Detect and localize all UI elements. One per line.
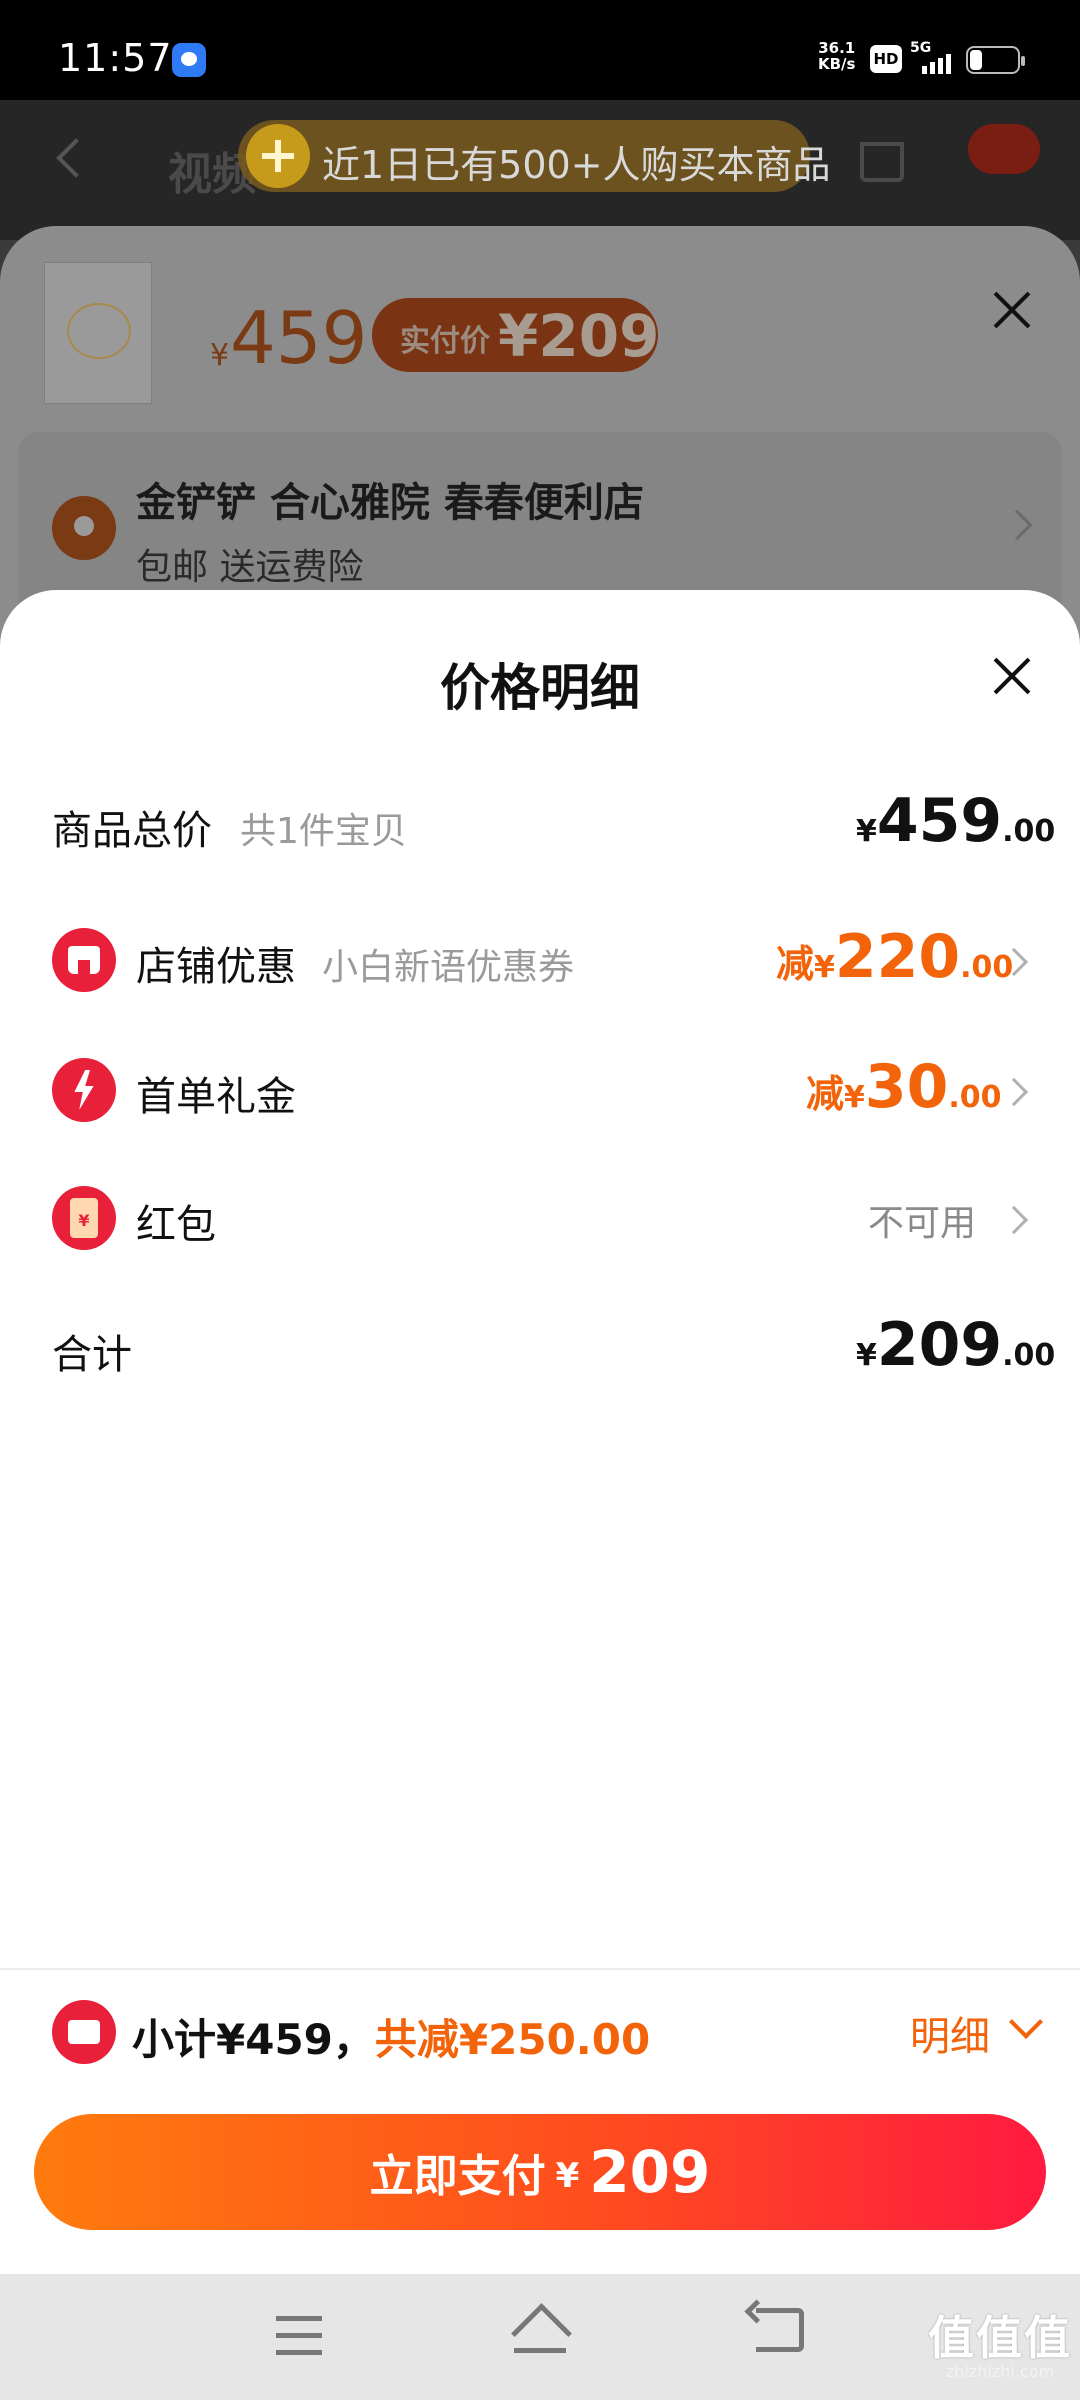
total-label: 合计 <box>52 1332 132 1378</box>
row-first-order-gift[interactable]: 首单礼金 减 ¥ 30 .00 <box>0 1052 1080 1132</box>
store-name: 金铲铲 合心雅院 春春便利店 <box>136 480 644 526</box>
currency-symbol: ¥ <box>844 1080 865 1115</box>
lightning-icon <box>52 1058 116 1122</box>
purchase-banner-text: 近1日已有500+人购买本商品 <box>322 143 831 187</box>
reduce-prefix: 减 <box>806 1072 845 1116</box>
watermark-logo: 值值值 <box>928 2311 1072 2365</box>
subtotal-text: 小计¥459， <box>132 2015 375 2064</box>
network-speed: 36.1 KB/s <box>818 40 855 72</box>
goods-total-amount: ¥ 459 .00 <box>856 786 1055 866</box>
actual-price-value: ¥209 <box>498 302 660 370</box>
store-discount-amount: 减 ¥ 220 .00 <box>776 922 1013 1002</box>
chevron-right-icon <box>999 1077 1029 1107</box>
row-total: 合计 ¥ 209 .00 <box>0 1310 1080 1390</box>
amount-integer: 30 <box>864 1052 949 1122</box>
chevron-right-icon <box>999 1205 1029 1235</box>
row-goods-total: 商品总价 共1件宝贝 ¥ 459 .00 <box>0 786 1080 866</box>
goods-count: 共1件宝贝 <box>240 811 407 852</box>
total-reduction: 共减¥250.00 <box>374 2015 651 2064</box>
watermark: 值值值 zhizhizhi.com <box>920 2302 1080 2381</box>
status-bar: 11:57 36.1 KB/s HD 5G <box>0 0 1080 100</box>
back-icon[interactable] <box>756 2308 804 2352</box>
amount-integer: 209 <box>876 1310 1003 1380</box>
actual-price-label: 实付价 <box>400 324 490 359</box>
subtotal-summary: 小计¥459，共减¥250.00 <box>132 2006 650 2067</box>
divider <box>0 1968 1080 1970</box>
goods-total-label: 商品总价 <box>52 808 212 854</box>
coupon-name: 小白新语优惠券 <box>322 947 575 988</box>
shipping-info: 包邮 送运费险 <box>136 547 364 588</box>
price-detail-title: 价格明细 <box>440 659 640 717</box>
app-notification-icon <box>172 43 206 77</box>
menu-icon[interactable] <box>276 2316 322 2356</box>
currency-symbol: ¥ <box>814 950 835 985</box>
currency-symbol: ¥ <box>856 1338 877 1373</box>
status-time: 11:57 <box>58 36 173 80</box>
row-red-envelope[interactable]: ¥ 红包 不可用 <box>0 1180 1080 1260</box>
store-icon <box>52 928 116 992</box>
red-envelope-icon: ¥ <box>52 1186 116 1250</box>
red-envelope-status: 不可用 <box>868 1203 977 1244</box>
hd-icon: HD <box>870 45 902 73</box>
close-button[interactable] <box>992 656 1032 696</box>
network-speed-unit: KB/s <box>818 55 856 73</box>
detail-toggle[interactable]: 明细 <box>910 2004 990 2062</box>
pay-button-label: 立即支付 <box>369 2151 546 2202</box>
purchase-banner: 近1日已有500+人购买本商品 <box>238 120 831 192</box>
close-icon <box>992 290 1032 330</box>
red-envelope-label: 红包 <box>136 1202 216 1248</box>
amount-integer: 220 <box>834 922 961 992</box>
cart-icon <box>860 142 904 182</box>
original-price: 459 <box>230 296 368 380</box>
actual-price-badge: 实付价 ¥209 <box>372 298 660 372</box>
pay-amount: 209 <box>589 2138 711 2206</box>
store-discount-label: 店铺优惠 <box>136 944 296 990</box>
amount-decimal: .00 <box>1002 814 1056 849</box>
product-thumbnail <box>44 262 152 404</box>
home-icon[interactable] <box>512 2306 568 2356</box>
reduce-prefix: 减 <box>776 942 815 986</box>
row-store-discount[interactable]: 店铺优惠 小白新语优惠券 减 ¥ 220 .00 <box>0 922 1080 1002</box>
battery-icon <box>966 46 1025 74</box>
total-amount: ¥ 209 .00 <box>856 1310 1055 1390</box>
location-icon <box>52 496 116 560</box>
network-speed-value: 36.1 <box>818 39 856 57</box>
red-badge <box>968 124 1040 174</box>
amount-decimal: .00 <box>1002 1338 1056 1373</box>
pay-now-button[interactable]: 立即支付 ¥ 209 <box>34 2114 1046 2230</box>
coupon-icon <box>52 2000 116 2064</box>
amount-integer: 459 <box>876 786 1003 856</box>
first-order-gift-amount: 减 ¥ 30 .00 <box>806 1052 1002 1132</box>
currency-symbol: ¥ <box>856 814 877 849</box>
signal-icon: 5G <box>910 40 956 76</box>
pay-currency-symbol: ¥ <box>555 2156 580 2196</box>
first-order-gift-label: 首单礼金 <box>136 1074 296 1120</box>
amount-decimal: .00 <box>948 1080 1002 1115</box>
shopping-bag-icon <box>246 124 310 188</box>
original-price-symbol: ¥ <box>210 338 230 373</box>
